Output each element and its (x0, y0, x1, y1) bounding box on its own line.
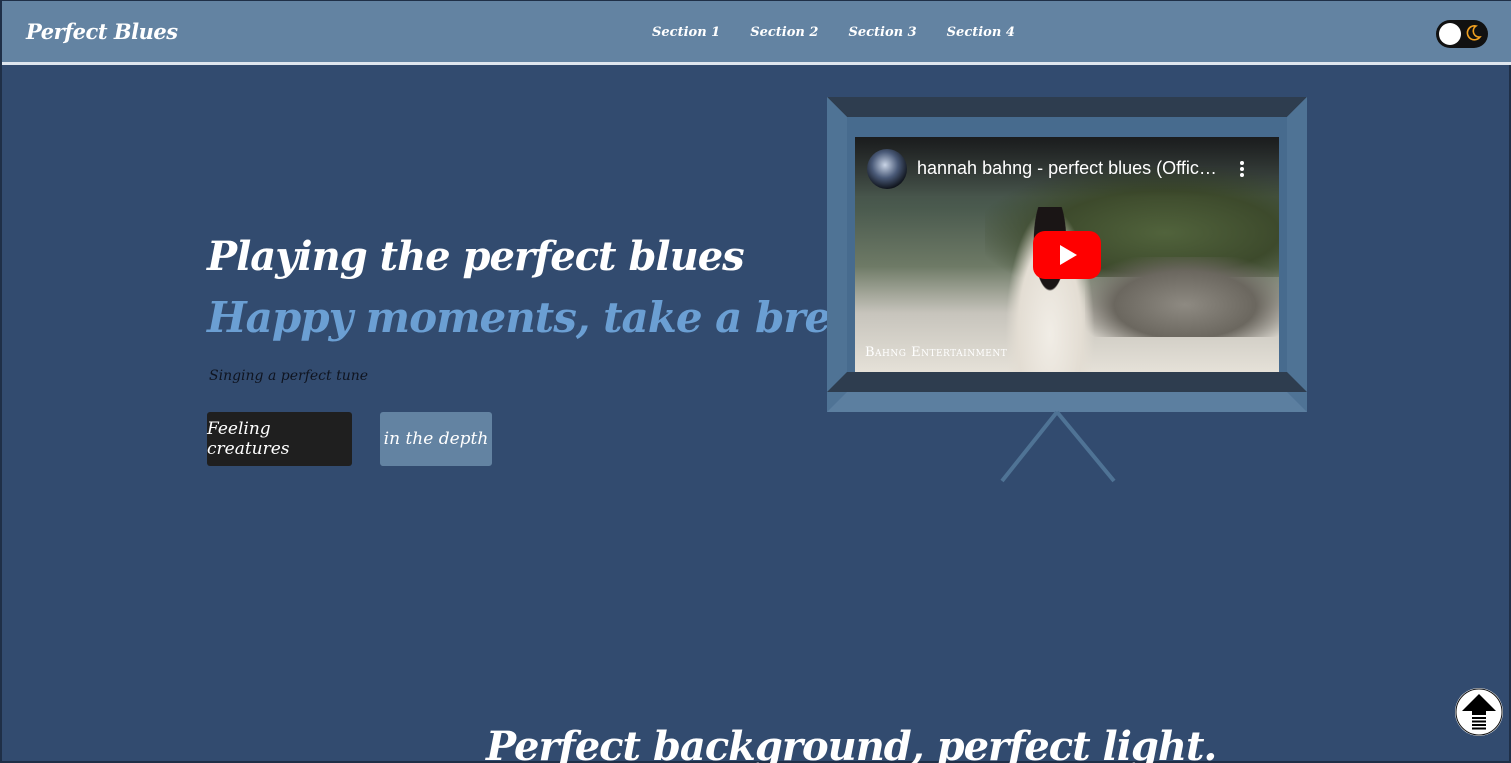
scroll-to-top-button[interactable] (1455, 688, 1503, 736)
nav-menu: Section 1 Section 2 Section 3 Section 4 (652, 25, 1015, 40)
in-the-depth-button[interactable]: in the depth (380, 412, 492, 466)
hero-headline: Playing the perfect blues (207, 233, 745, 280)
hero-subheadline: Happy moments, take a breath (207, 293, 905, 342)
play-button[interactable] (1033, 231, 1101, 279)
feeling-creatures-button[interactable]: Feeling creatures (207, 412, 352, 466)
arrow-up-icon (1455, 688, 1503, 736)
nav-link-section-3[interactable]: Section 3 (848, 25, 916, 40)
section-2-title: Perfect background, perfect light. (486, 723, 1217, 763)
youtube-video-embed[interactable]: hannah bahng - perfect blues (Official V… (855, 137, 1279, 372)
toggle-knob (1439, 23, 1461, 45)
hero-tagline: Singing a perfect tune (209, 368, 369, 384)
more-vertical-icon[interactable] (1239, 159, 1245, 179)
nav-link-section-4[interactable]: Section 4 (947, 25, 1015, 40)
nav-link-section-1[interactable]: Section 1 (652, 25, 720, 40)
video-title[interactable]: hannah bahng - perfect blues (Official V… (917, 158, 1217, 179)
moon-icon (1466, 25, 1482, 41)
channel-avatar[interactable] (867, 149, 907, 189)
play-icon (1060, 245, 1077, 265)
theme-toggle[interactable] (1436, 20, 1488, 48)
nav-link-section-2[interactable]: Section 2 (750, 25, 818, 40)
navbar: Perfect Blues Section 1 Section 2 Sectio… (2, 1, 1511, 65)
video-thumbnail-rocks (1085, 257, 1279, 337)
video-watermark: Bahng Entertainment (865, 345, 1008, 360)
brand-logo[interactable]: Perfect Blues (26, 19, 178, 44)
